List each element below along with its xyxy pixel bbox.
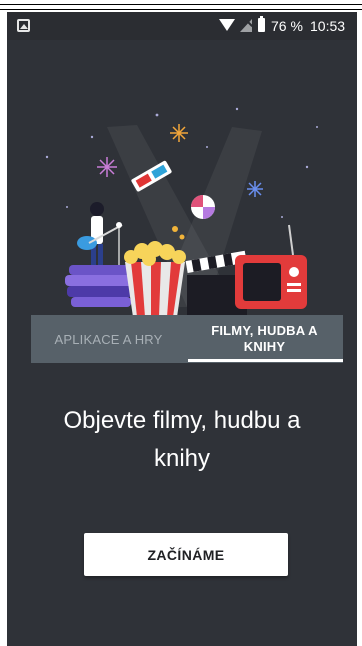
headline: Objevte filmy, hudbu a knihy [63,407,301,472]
gallery-icon [17,19,30,32]
screenshot-border-inner [0,9,362,10]
category-tabs: APLIKACE A HRY FILMY, HUDBA A KNIHY [31,315,343,363]
ball [191,195,215,219]
stars [45,107,318,218]
firework-left [97,157,117,177]
status-bar: 76 % 10:53 [7,12,357,40]
radio [235,224,307,309]
onboarding-screen: 76 % 10:53 APLIKACE A HRY FILMY, HUDBA A… [7,12,357,646]
no-signal-icon [240,19,252,32]
tab-movies-music-books-label: FILMY, HUDBA A KNIHY [211,323,318,354]
screenshot-border-top [0,4,362,5]
tab-apps-and-games[interactable]: APLIKACE A HRY [31,315,186,363]
firework-top [170,124,188,142]
selected-tab-indicator [188,359,343,362]
clock: 10:53 [310,18,346,34]
entertainment-illustration [45,107,318,317]
get-started-button[interactable]: ZAČÍNÁME [84,533,288,576]
book-stack [65,265,135,307]
tab-apps-and-games-label: APLIKACE A HRY [54,331,163,347]
battery-icon [258,16,265,32]
firework-right [247,181,263,197]
wifi-icon [219,19,235,31]
battery-percent: 76 % [271,18,303,34]
guitarist [77,202,123,266]
tab-movies-music-books[interactable]: FILMY, HUDBA A KNIHY [186,315,343,363]
